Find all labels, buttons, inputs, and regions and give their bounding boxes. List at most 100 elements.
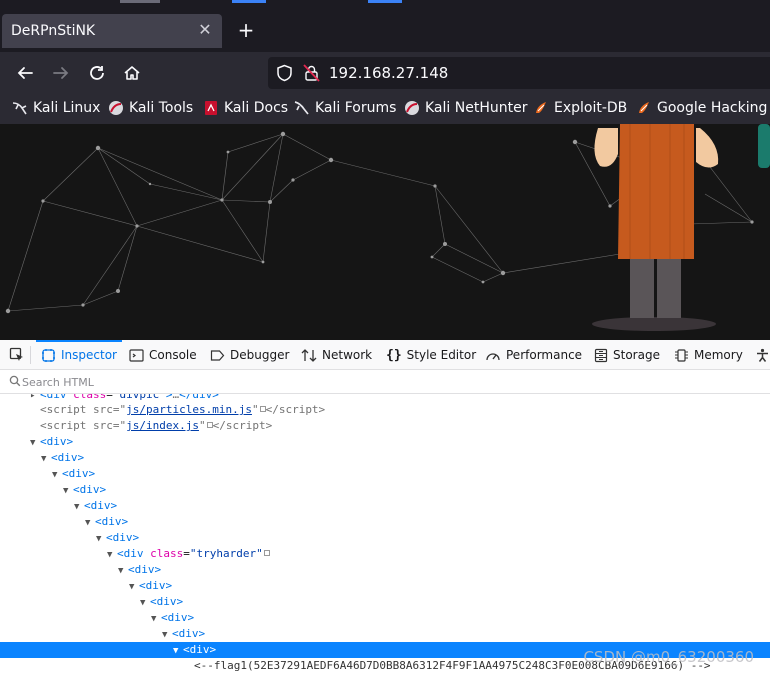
bookmark-label: Kali Docs [224, 100, 289, 116]
tab-console[interactable]: Console [129, 340, 197, 370]
tab-label: Style Editor [406, 348, 477, 362]
devtools-toolbar: Inspector Console Debugger Network {} St… [0, 340, 770, 370]
kali-nethunter-icon [404, 100, 420, 116]
forward-button[interactable] [49, 61, 73, 85]
search-icon [9, 375, 21, 391]
markup-node[interactable]: ▼ <div> [0, 530, 770, 546]
page-content [0, 124, 770, 340]
kali-dragon-icon [12, 100, 28, 116]
markup-node[interactable]: ▼ <div> [0, 562, 770, 578]
search-html-input[interactable] [22, 372, 522, 392]
markup-node[interactable]: ▼ <div> [0, 626, 770, 642]
back-button[interactable] [13, 61, 37, 85]
csdn-watermark: CSDN @m0_63200360 [583, 648, 754, 666]
storage-icon [594, 348, 608, 363]
markup-node[interactable]: ▼ <div> [0, 482, 770, 498]
cartoon-character-illustration [592, 124, 770, 331]
bookmark-kali-linux[interactable]: Kali Linux [12, 98, 100, 118]
particle-network-background [5, 124, 770, 331]
markup-node[interactable]: ▼ <div> [0, 514, 770, 530]
markup-node[interactable]: <script src="js/particles.min.js" </scrip… [0, 402, 770, 418]
tab-label: Memory [694, 348, 743, 362]
bookmark-kali-nethunter[interactable]: Kali NetHunter [404, 98, 527, 118]
close-tab-icon[interactable]: ✕ [196, 21, 214, 39]
event-badge [263, 550, 270, 556]
forward-arrow-icon [53, 67, 69, 79]
markup-node[interactable]: ▼ <div> [0, 610, 770, 626]
element-picker-icon [9, 347, 23, 361]
tab-title: DeRPnStiNK [11, 23, 96, 39]
home-icon [124, 66, 140, 80]
inspector-icon [41, 348, 56, 363]
kali-tools-icon [108, 100, 124, 116]
tracking-protection-shield-icon[interactable] [276, 64, 293, 86]
navigation-bar: 192.168.27.148 [0, 52, 770, 94]
accessibility-tab-button[interactable] [755, 340, 770, 370]
bookmark-kali-docs[interactable]: Kali Docs [203, 98, 288, 118]
new-tab-button[interactable]: + [234, 18, 258, 42]
performance-gauge-icon [485, 348, 501, 363]
ghdb-icon [636, 100, 652, 116]
element-picker-button[interactable] [9, 340, 25, 370]
markup-node[interactable]: ▼ <div> [0, 450, 770, 466]
tab-debugger[interactable]: Debugger [210, 340, 289, 370]
bookmark-label: Kali Tools [129, 100, 194, 116]
address-bar[interactable]: 192.168.27.148 [268, 57, 770, 89]
memory-chip-icon [674, 348, 689, 363]
toolbar-separator [30, 346, 31, 364]
kali-docs-icon [203, 100, 219, 116]
insecure-lock-icon[interactable] [303, 64, 320, 86]
bookmark-label: Kali NetHunter [425, 100, 528, 116]
bookmark-exploit-db[interactable]: Exploit-DB [533, 98, 627, 118]
markup-node[interactable]: ▼ <div> [0, 498, 770, 514]
bookmark-google-hacking-db[interactable]: Google Hacking DB [636, 98, 770, 118]
bookmarks-toolbar: Kali Linux Kali Tools Kali Docs Kali For… [0, 94, 770, 124]
reload-button[interactable] [85, 61, 109, 85]
markup-node[interactable]: ▼ <div> [0, 434, 770, 450]
back-arrow-icon [17, 67, 33, 79]
browser-tab[interactable]: DeRPnStiNK ✕ [2, 14, 222, 48]
console-icon [129, 348, 144, 363]
tab-label: Inspector [61, 348, 117, 362]
bookmark-kali-tools[interactable]: Kali Tools [108, 98, 193, 118]
script-src-link[interactable]: js/particles.min.js [126, 403, 252, 416]
bookmark-label: Google Hacking DB [657, 100, 770, 116]
url-text: 192.168.27.148 [329, 64, 449, 82]
tab-memory[interactable]: Memory [674, 340, 743, 370]
debugger-icon [210, 348, 225, 363]
search-html-bar [0, 370, 770, 394]
bookmark-label: Exploit-DB [554, 100, 628, 116]
tab-label: Network [322, 348, 373, 362]
tab-network[interactable]: Network [301, 340, 372, 370]
tab-style-editor[interactable]: {} Style Editor [386, 340, 476, 370]
tab-label: Console [149, 348, 197, 362]
network-arrows-icon [301, 348, 317, 363]
exploit-db-icon [533, 100, 549, 116]
markup-node-tryharder[interactable]: ▼ <div class="tryharder" [0, 546, 770, 562]
tab-label: Debugger [230, 348, 290, 362]
kali-forums-icon [294, 100, 310, 116]
home-button[interactable] [120, 61, 144, 85]
tab-storage[interactable]: Storage [594, 340, 660, 370]
style-editor-braces-icon: {} [386, 347, 402, 363]
class-value: tryharder [196, 547, 257, 560]
markup-node[interactable]: ▼ <div> [0, 578, 770, 594]
tab-performance[interactable]: Performance [485, 340, 582, 370]
tab-label: Performance [506, 348, 583, 362]
tab-bar: DeRPnStiNK ✕ + [0, 6, 770, 52]
bookmark-kali-forums[interactable]: Kali Forums [294, 98, 396, 118]
reload-icon [90, 66, 104, 80]
html-markup-tree: ▸ <div class="divpic">…</div> <script src… [0, 394, 770, 676]
bookmark-label: Kali Forums [315, 100, 397, 116]
markup-node[interactable]: ▼ <div> [0, 594, 770, 610]
hidden-tab-marker [120, 0, 160, 3]
tab-inspector[interactable]: Inspector [36, 340, 122, 370]
accessibility-icon [757, 348, 768, 362]
script-src-link[interactable]: js/index.js [126, 419, 199, 432]
tab-label: Storage [613, 348, 660, 362]
hidden-tab-marker [368, 0, 402, 3]
bookmark-label: Kali Linux [33, 100, 101, 116]
hidden-tab-marker [232, 0, 266, 3]
markup-node[interactable]: ▼ <div> [0, 466, 770, 482]
markup-node[interactable]: <script src="js/index.js" </script> [0, 418, 770, 434]
